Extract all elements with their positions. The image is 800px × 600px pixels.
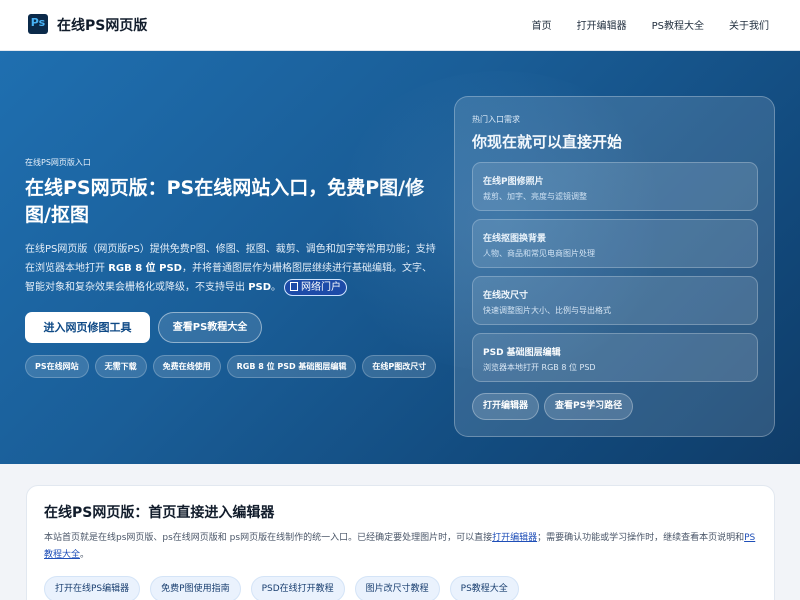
nav-home[interactable]: 首页 bbox=[532, 17, 552, 32]
hero-desc-part3: 。 bbox=[271, 282, 282, 293]
quick-link[interactable]: PSD在线打开教程 bbox=[250, 576, 345, 600]
hero-desc-strong-rgb: RGB 8 位 PSD bbox=[108, 263, 182, 274]
quick-link[interactable]: 图片改尺寸教程 bbox=[354, 576, 440, 600]
hero-tags: PS在线网站 无需下载 免费在线使用 RGB 8 位 PSD 基础图层编辑 在线… bbox=[25, 355, 437, 378]
panel-kicker: 热门入口需求 bbox=[472, 115, 520, 124]
document-icon bbox=[290, 282, 299, 291]
card-resize[interactable]: 在线改尺寸 快速调整图片大小、比例与导出格式 bbox=[472, 276, 758, 325]
card-title: 在线改尺寸 bbox=[483, 291, 529, 301]
card-title: PSD 基础图层编辑 bbox=[483, 348, 561, 358]
card-retouch[interactable]: 在线P图修照片 裁剪、加字、亮度与滤镜调整 bbox=[472, 162, 758, 211]
hero-tag[interactable]: 无需下载 bbox=[94, 355, 147, 378]
quick-link[interactable]: 免费P图使用指南 bbox=[150, 576, 241, 600]
panel-title: 你现在就可以直接开始 bbox=[472, 133, 623, 151]
section-title: 在线PS网页版：首页直接进入编辑器 bbox=[44, 505, 275, 521]
brand-title[interactable]: 在线PS网页版 bbox=[57, 15, 147, 35]
logo-text: Ps bbox=[30, 16, 46, 29]
panel-learning-path-button[interactable]: 查看PS学习路径 bbox=[544, 393, 634, 420]
card-subtitle: 浏览器本地打开 RGB 8 位 PSD bbox=[483, 363, 596, 372]
card-title: 在线抠图换背景 bbox=[483, 234, 547, 244]
section-text: 本站首页就是在线ps网页版、ps在线网页版和 ps网页版在线制作的统一入口。已经… bbox=[44, 530, 756, 564]
section-text-part3: 。 bbox=[80, 550, 90, 560]
nav-about[interactable]: 关于我们 bbox=[729, 17, 769, 32]
hero-desc-strong-psd: PSD bbox=[248, 282, 272, 293]
intro-section: 在线PS网页版：首页直接进入编辑器 本站首页就是在线ps网页版、ps在线网页版和… bbox=[26, 485, 775, 600]
hero-description: 在线PS网页版（网页版PS）提供免费P图、修图、抠图、裁剪、调色和加字等常用功能… bbox=[25, 240, 437, 297]
quick-start-panel: 热门入口需求 你现在就可以直接开始 在线P图修照片 裁剪、加字、亮度与滤镜调整 … bbox=[454, 96, 775, 437]
section-quick-links: 打开在线PS编辑器 免费P图使用指南 PSD在线打开教程 图片改尺寸教程 PS教… bbox=[44, 576, 519, 600]
ps-logo-icon[interactable]: Ps bbox=[28, 14, 48, 34]
section-text-part2: ；需要确认功能或学习操作时，继续查看本页说明和 bbox=[537, 533, 745, 543]
quick-link[interactable]: 打开在线PS编辑器 bbox=[44, 576, 141, 600]
hero-eyebrow: 在线PS网页版入口 bbox=[25, 158, 91, 167]
card-subtitle: 人物、商品和常见电商图片处理 bbox=[483, 249, 595, 258]
card-title: 在线P图修照片 bbox=[483, 177, 544, 187]
top-header: Ps 在线PS网页版 首页 打开编辑器 PS教程大全 关于我们 bbox=[0, 0, 800, 51]
panel-open-editor-button[interactable]: 打开编辑器 bbox=[472, 393, 540, 420]
portal-label: 网络门户 bbox=[301, 282, 342, 293]
view-tutorials-button[interactable]: 查看PS教程大全 bbox=[158, 312, 262, 343]
card-subtitle: 裁剪、加字、亮度与滤镜调整 bbox=[483, 192, 587, 201]
hero-section: 在线PS网页版入口 在线PS网页版：PS在线网站入口，免费P图/修图/抠图 在线… bbox=[0, 51, 800, 464]
quick-link[interactable]: PS教程大全 bbox=[449, 576, 519, 600]
hero-tag[interactable]: 在线P图改尺寸 bbox=[362, 355, 437, 378]
hero-tag[interactable]: 免费在线使用 bbox=[152, 355, 221, 378]
card-cutout[interactable]: 在线抠图换背景 人物、商品和常见电商图片处理 bbox=[472, 219, 758, 268]
nav-ps-tutorials[interactable]: PS教程大全 bbox=[652, 17, 704, 32]
card-subtitle: 快速调整图片大小、比例与导出格式 bbox=[483, 306, 611, 315]
card-psd[interactable]: PSD 基础图层编辑 浏览器本地打开 RGB 8 位 PSD bbox=[472, 333, 758, 382]
nav-open-editor[interactable]: 打开编辑器 bbox=[577, 17, 627, 32]
portal-badge[interactable]: 网络门户 bbox=[284, 279, 348, 296]
hero-tag[interactable]: RGB 8 位 PSD 基础图层编辑 bbox=[226, 355, 357, 378]
main-nav: 首页 打开编辑器 PS教程大全 关于我们 bbox=[532, 17, 769, 32]
enter-editor-button[interactable]: 进入网页修图工具 bbox=[25, 312, 150, 343]
section-text-part1: 本站首页就是在线ps网页版、ps在线网页版和 ps网页版在线制作的统一入口。已经… bbox=[44, 533, 493, 543]
hero-tag[interactable]: PS在线网站 bbox=[25, 355, 89, 378]
hero-title: 在线PS网页版：PS在线网站入口，免费P图/修图/抠图 bbox=[25, 177, 425, 226]
open-editor-link[interactable]: 打开编辑器 bbox=[492, 533, 537, 543]
